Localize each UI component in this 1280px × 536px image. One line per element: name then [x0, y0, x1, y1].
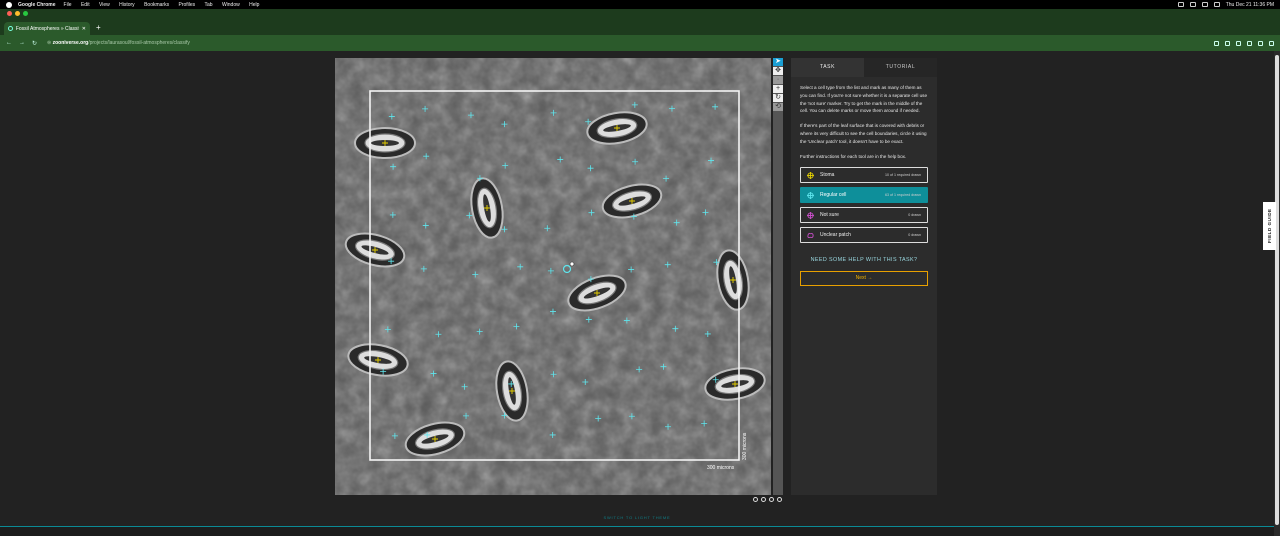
- apple-icon[interactable]: [6, 1, 12, 8]
- rotate-icon[interactable]: ↻: [773, 94, 783, 102]
- menu-profiles[interactable]: Profiles: [178, 2, 195, 8]
- field-guide-button[interactable]: FIELD GUIDE: [1263, 202, 1276, 250]
- menu-history[interactable]: History: [119, 2, 135, 8]
- leaf-micrograph[interactable]: 300 microns 300 microns: [335, 58, 771, 495]
- menu-file[interactable]: File: [64, 2, 72, 8]
- scale-label-horizontal: 300 microns: [707, 465, 735, 471]
- instruction-3: Further instructions for each tool are i…: [800, 153, 907, 159]
- minimize-window-icon[interactable]: [15, 11, 20, 16]
- browser-tabbar: Fossil Atmospheres » Classify ✕ +: [0, 9, 1280, 35]
- forward-icon[interactable]: →: [19, 40, 25, 47]
- panel-tabs: TASK TUTORIAL: [791, 58, 937, 77]
- tool-label: Regular cell: [820, 192, 847, 199]
- bookmark-star-icon[interactable]: [1225, 40, 1230, 46]
- close-tab-icon[interactable]: ✕: [82, 26, 86, 32]
- window-controls: [7, 11, 28, 16]
- menu-items: File Edit View History Bookmarks Profile…: [64, 2, 268, 8]
- reload-icon[interactable]: ↻: [32, 40, 37, 47]
- info-icon[interactable]: [761, 497, 766, 502]
- theme-switch-link[interactable]: SWITCH TO LIGHT THEME: [0, 515, 1274, 520]
- page-scrollbar[interactable]: [1274, 51, 1280, 536]
- page-footer: [0, 526, 1274, 536]
- tab-task[interactable]: TASK: [791, 58, 864, 77]
- sidebar-icon[interactable]: [1247, 40, 1252, 46]
- tool-count: 0 drawn: [908, 213, 921, 218]
- annotate-tool-icon[interactable]: ·: [773, 76, 783, 84]
- tool-count: 10 of 1 required drawn: [885, 173, 921, 178]
- tool-label: Stoma: [820, 172, 835, 179]
- profile-icon[interactable]: [1258, 40, 1263, 46]
- scrollbar-thumb[interactable]: [1275, 55, 1279, 525]
- address-bar: ← → ↻ ⊜ zooniverse.org/projects/laurasou…: [0, 35, 1280, 51]
- tool-regular-cell[interactable]: Regular cell 63 of 1 required drawn: [800, 187, 928, 204]
- scale-label-vertical: 300 microns: [742, 432, 748, 460]
- delete-mark-icon[interactable]: [569, 261, 575, 267]
- tab-title: Fossil Atmospheres » Classify: [15, 25, 79, 32]
- app-name[interactable]: Google Chrome: [18, 2, 56, 8]
- nav-buttons: ← → ↻: [6, 40, 37, 47]
- tool-stoma[interactable]: Stoma 10 of 1 required drawn: [800, 167, 928, 184]
- clock[interactable]: Thu Dec 21 11:36 PM: [1226, 2, 1274, 8]
- menu-view[interactable]: View: [99, 2, 110, 8]
- cell-crosshair-icon: [807, 191, 814, 199]
- task-panel: TASK TUTORIAL Select a cell type from th…: [791, 58, 937, 495]
- control-center-icon[interactable]: [1213, 2, 1220, 7]
- subject-meta-tools: [753, 497, 782, 502]
- tool-label: Unclear patch: [820, 232, 851, 239]
- not-sure-crosshair-icon: [807, 211, 814, 219]
- unclear-patch-icon: [807, 232, 814, 238]
- menu-help[interactable]: Help: [249, 2, 259, 8]
- menu-window[interactable]: Window: [222, 2, 240, 8]
- tab-tutorial[interactable]: TUTORIAL: [864, 58, 937, 77]
- help-link[interactable]: NEED SOME HELP WITH THIS TASK?: [791, 257, 937, 263]
- tool-count: 63 of 1 required drawn: [885, 193, 921, 198]
- zooniverse-favicon-icon: [8, 26, 13, 31]
- search-icon[interactable]: [1201, 2, 1208, 7]
- tool-unclear-patch[interactable]: Unclear patch 0 drawn: [800, 227, 928, 244]
- tool-count: 0 drawn: [908, 233, 921, 238]
- invert-icon[interactable]: [753, 497, 758, 502]
- image-toolbar: ➤ ✥ · + ↻ ⟲: [773, 58, 783, 495]
- battery-icon[interactable]: [1177, 2, 1184, 7]
- zoom-in-icon[interactable]: +: [773, 85, 783, 93]
- menu-edit[interactable]: Edit: [81, 2, 90, 8]
- status-area: Thu Dec 21 11:36 PM: [1177, 2, 1274, 8]
- close-window-icon[interactable]: [7, 11, 12, 16]
- reset-view-icon[interactable]: ⟲: [773, 103, 783, 111]
- menu-tab[interactable]: Tab: [204, 2, 212, 8]
- instruction-2: If there's part of the leaf surface that…: [800, 123, 927, 144]
- back-icon[interactable]: ←: [6, 40, 12, 47]
- next-button[interactable]: Next →: [800, 271, 928, 287]
- wifi-icon[interactable]: [1189, 2, 1196, 7]
- tool-label: Not sure: [820, 212, 839, 219]
- share-icon[interactable]: [1214, 40, 1219, 46]
- tool-not-sure[interactable]: Not sure 0 drawn: [800, 207, 928, 224]
- menu-bookmarks[interactable]: Bookmarks: [144, 2, 169, 8]
- more-menu-icon[interactable]: [1269, 40, 1274, 46]
- subject-image[interactable]: 300 microns 300 microns: [335, 58, 771, 495]
- new-tab-icon[interactable]: +: [96, 23, 101, 32]
- stoma-crosshair-icon: [807, 171, 814, 179]
- extensions-icon[interactable]: [1236, 40, 1241, 46]
- collect-icon[interactable]: [777, 497, 782, 502]
- zoom-window-icon[interactable]: [23, 11, 28, 16]
- url-field[interactable]: ⊜ zooniverse.org/projects/laurasoul/foss…: [47, 40, 190, 46]
- browser-tab[interactable]: Fossil Atmospheres » Classify ✕: [4, 22, 90, 35]
- instruction-1: Select a cell type from the list and mar…: [800, 85, 928, 114]
- favorite-icon[interactable]: [769, 497, 774, 502]
- browser-actions: [1214, 40, 1274, 46]
- mac-menubar: Google Chrome File Edit View History Boo…: [0, 0, 1280, 9]
- pointer-tool-icon[interactable]: ➤: [773, 58, 783, 66]
- move-tool-icon[interactable]: ✥: [773, 67, 783, 75]
- task-instructions: Select a cell type from the list and mar…: [791, 77, 937, 160]
